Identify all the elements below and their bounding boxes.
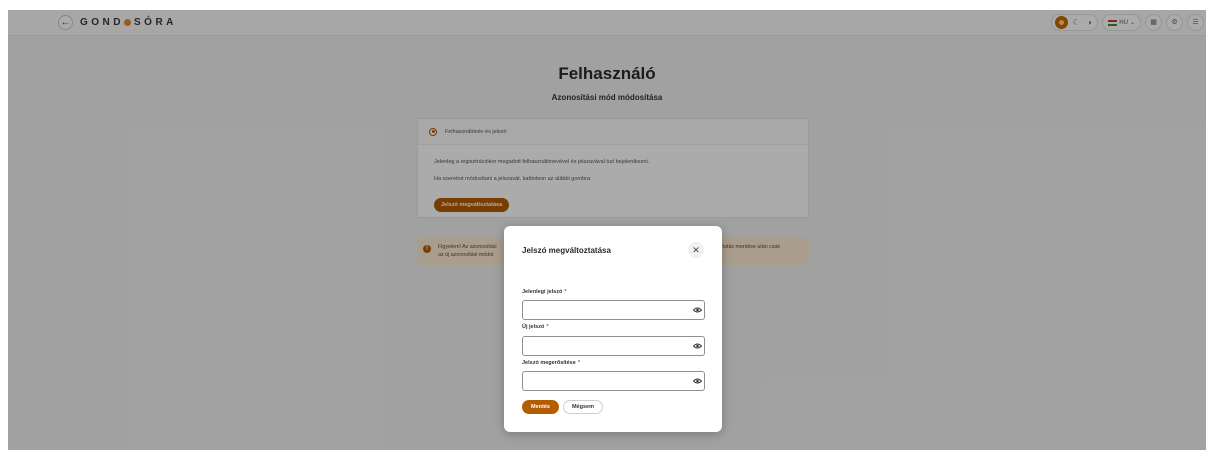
confirm-password-input[interactable] [522, 371, 705, 391]
close-icon[interactable]: ✕ [688, 242, 704, 258]
dialog-actions: Mentés Mégsem [522, 400, 603, 414]
eye-icon[interactable] [693, 307, 702, 313]
confirm-password-label: Jelszó megerősítése * [522, 360, 580, 366]
eye-icon[interactable] [693, 378, 702, 384]
app-viewport: ← GOND SÓRA ☾ ◑ HU ⌄ ▦ ⚙ ☰ Felhasználó A… [8, 10, 1206, 450]
change-password-dialog: Jelszó megváltoztatása ✕ Jelenlegi jelsz… [504, 226, 722, 432]
new-password-label: Új jelszó * [522, 324, 549, 330]
current-password-label: Jelenlegi jelszó * [522, 289, 567, 295]
new-password-input[interactable] [522, 336, 705, 356]
cancel-button[interactable]: Mégsem [562, 400, 603, 414]
save-button[interactable]: Mentés [522, 400, 559, 414]
dialog-title: Jelszó megváltoztatása [522, 246, 611, 255]
current-password-input[interactable] [522, 300, 705, 320]
eye-icon[interactable] [693, 343, 702, 349]
